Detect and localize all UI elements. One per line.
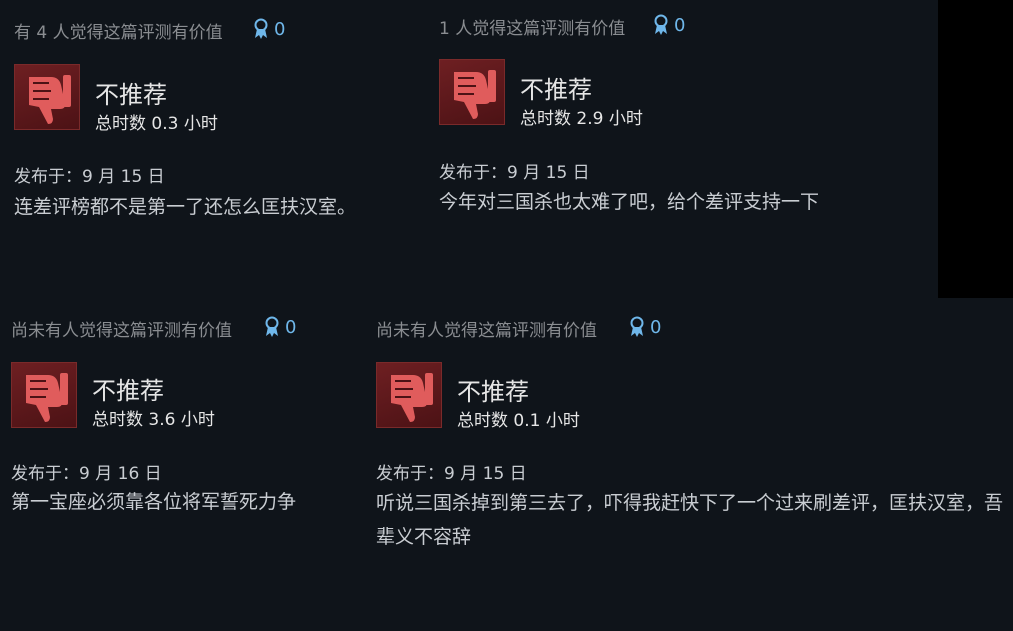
helpful-count-text: 尚未有人觉得这篇评测有价值 xyxy=(11,321,232,341)
award-button[interactable]: 0 xyxy=(628,316,661,338)
hours-played: 总时数 0.3 小时 xyxy=(95,114,218,134)
posted-date: 发布于：9 月 15 日 xyxy=(439,163,590,183)
award-ribbon-icon xyxy=(254,18,268,39)
posted-date: 发布于：9 月 15 日 xyxy=(14,167,165,187)
hours-played: 总时数 0.1 小时 xyxy=(457,411,580,431)
posted-date: 发布于：9 月 15 日 xyxy=(376,464,527,484)
verdict-label: 不推荐 xyxy=(92,377,164,405)
review-card: 尚未有人觉得这篇评测有价值 0 不推荐 总时数 0.1 小时 发布于：9 月 1… xyxy=(376,316,1009,566)
verdict-label: 不推荐 xyxy=(457,378,529,406)
review-text: 连差评榜都不是第一了还怎么匡扶汉室。 xyxy=(14,196,357,218)
award-count: 0 xyxy=(674,14,686,36)
thumbs-down-icon xyxy=(376,362,442,428)
award-count: 0 xyxy=(650,316,662,338)
review-card: 有 4 人觉得这篇评测有价值 0 不推荐 总时数 0.3 小时 发布于：9 月 … xyxy=(14,18,414,238)
posted-date: 发布于：9 月 16 日 xyxy=(11,464,162,484)
helpful-count-text: 1 人觉得这篇评测有价值 xyxy=(439,19,626,39)
award-ribbon-icon xyxy=(630,316,644,337)
award-count: 0 xyxy=(285,316,297,338)
review-text: 今年对三国杀也太难了吧，给个差评支持一下 xyxy=(439,191,820,213)
thumbs-down-icon xyxy=(439,59,505,125)
award-button[interactable]: 0 xyxy=(263,316,296,338)
award-ribbon-icon xyxy=(654,14,668,35)
award-button[interactable]: 0 xyxy=(252,18,285,40)
hours-played: 总时数 3.6 小时 xyxy=(92,410,215,430)
review-card: 1 人觉得这篇评测有价值 0 不推荐 总时数 2.9 小时 发布于：9 月 15… xyxy=(439,14,919,234)
review-text: 听说三国杀掉到第三去了，吓得我赶快下了一个过来刷差评，匡扶汉室，吾辈义不容辞 xyxy=(376,492,1004,548)
award-ribbon-icon xyxy=(265,316,279,337)
hours-played: 总时数 2.9 小时 xyxy=(520,109,643,129)
thumbs-down-icon xyxy=(11,362,77,428)
review-card: 尚未有人觉得这篇评测有价值 0 不推荐 总时数 3.6 小时 发布于：9 月 1… xyxy=(11,316,361,526)
helpful-count-text: 尚未有人觉得这篇评测有价值 xyxy=(376,321,597,341)
award-button[interactable]: 0 xyxy=(652,14,685,36)
helpful-count-text: 有 4 人觉得这篇评测有价值 xyxy=(14,23,223,43)
thumbs-down-icon xyxy=(14,64,80,130)
black-side-panel xyxy=(938,0,1013,298)
verdict-label: 不推荐 xyxy=(95,81,167,109)
verdict-label: 不推荐 xyxy=(520,76,592,104)
award-count: 0 xyxy=(274,18,286,40)
review-text: 第一宝座必须靠各位将军誓死力争 xyxy=(11,491,297,513)
